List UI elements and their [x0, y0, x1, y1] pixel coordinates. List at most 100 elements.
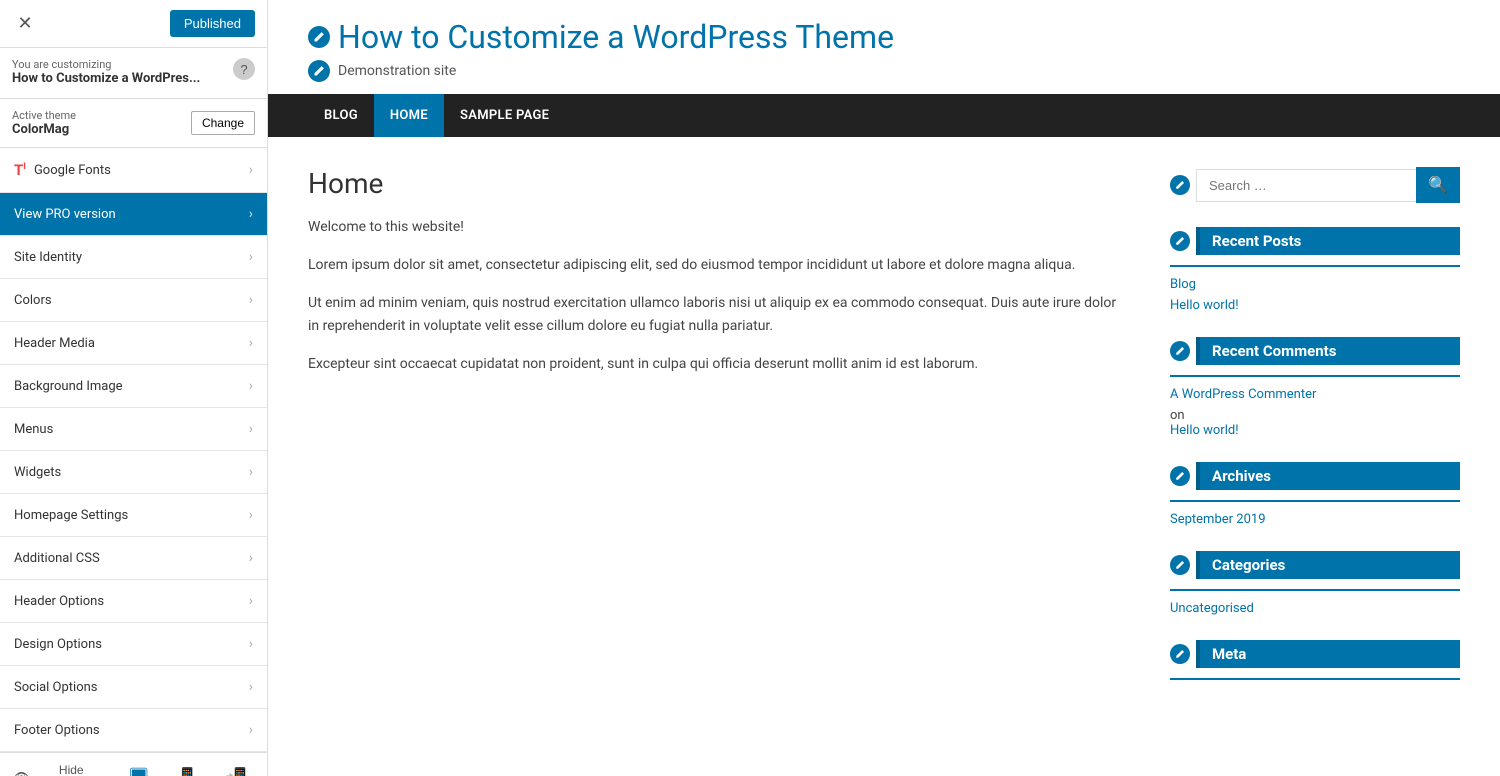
- recent-posts-title-row: Recent Posts: [1170, 227, 1460, 255]
- paragraph-1: Welcome to this website!: [308, 216, 1130, 240]
- change-theme-button[interactable]: Change: [191, 111, 255, 135]
- recent-posts-edit-icon[interactable]: [1170, 231, 1190, 251]
- sidebar-item-widgets[interactable]: Widgets ›: [0, 451, 267, 494]
- desktop-view-button[interactable]: 🖥: [121, 765, 156, 776]
- recent-comments-edit-icon[interactable]: [1170, 341, 1190, 361]
- main-content: Home Welcome to this website! Lorem ipsu…: [308, 167, 1130, 704]
- sidebar-item-label: Header Options: [14, 594, 104, 609]
- sidebar-item-background-image[interactable]: Background Image ›: [0, 365, 267, 408]
- archives-content: September 2019: [1170, 512, 1460, 527]
- search-row: 🔍: [1196, 167, 1460, 203]
- active-theme-text: Active theme ColorMag: [12, 109, 76, 137]
- meta-title-row: Meta: [1170, 640, 1460, 668]
- paragraph-2: Lorem ipsum dolor sit amet, consectetur …: [308, 254, 1130, 278]
- sidebar-header: ✕ Published: [0, 0, 267, 48]
- customizing-site: How to Customize a WordPres...: [12, 71, 200, 86]
- active-theme-section: Active theme ColorMag Change: [0, 99, 267, 148]
- categories-title-row: Categories: [1170, 551, 1460, 579]
- recent-post-link-hello[interactable]: Hello world!: [1170, 298, 1460, 313]
- chevron-right-icon: ›: [249, 507, 253, 523]
- search-widget-edit-icon[interactable]: [1170, 175, 1190, 195]
- published-button[interactable]: Published: [170, 10, 255, 37]
- sidebar-item-label: Additional CSS: [14, 551, 100, 566]
- google-fonts-icon: TI: [14, 161, 26, 179]
- menu-items-list: TI Google Fonts › View PRO version › Sit…: [0, 148, 267, 752]
- sidebar-item-google-fonts[interactable]: TI Google Fonts ›: [0, 148, 267, 193]
- recent-posts-widget: Recent Posts Blog Hello world!: [1170, 227, 1460, 313]
- chevron-right-icon: ›: [249, 378, 253, 394]
- page-content: Welcome to this website! Lorem ipsum dol…: [308, 216, 1130, 377]
- recent-post-link-blog[interactable]: Blog: [1170, 277, 1460, 292]
- sidebar-item-view-pro[interactable]: View PRO version ›: [0, 193, 267, 236]
- sidebar-item-menus[interactable]: Menus ›: [0, 408, 267, 451]
- nav-sample-page[interactable]: SAMPLE PAGE: [444, 94, 565, 137]
- recent-comment-text: A WordPress Commenter on Hello world!: [1170, 387, 1460, 438]
- meta-edit-icon[interactable]: [1170, 644, 1190, 664]
- meta-widget: Meta: [1170, 640, 1460, 680]
- archives-title: Archives: [1196, 462, 1460, 490]
- nav-home[interactable]: HOME: [374, 94, 444, 137]
- site-title-edit-icon[interactable]: [308, 26, 330, 48]
- search-button[interactable]: 🔍: [1416, 167, 1460, 203]
- sidebar: ✕ Published You are customizing How to C…: [0, 0, 268, 776]
- search-input[interactable]: [1196, 169, 1416, 202]
- archives-edit-icon[interactable]: [1170, 466, 1190, 486]
- navigation-bar: BLOG HOME SAMPLE PAGE: [268, 94, 1500, 137]
- tablet-view-button[interactable]: 📱: [170, 765, 204, 776]
- site-title: How to Customize a WordPress Theme: [338, 18, 894, 56]
- sidebar-item-footer-options[interactable]: Footer Options ›: [0, 709, 267, 752]
- chevron-right-icon: ›: [249, 464, 253, 480]
- sidebar-item-header-options[interactable]: Header Options ›: [0, 580, 267, 623]
- archive-link-sep2019[interactable]: September 2019: [1170, 512, 1460, 527]
- nav-blog[interactable]: BLOG: [308, 94, 374, 137]
- mobile-view-button[interactable]: 📲: [219, 765, 253, 776]
- recent-comments-title-row: Recent Comments: [1170, 337, 1460, 365]
- site-header: How to Customize a WordPress Theme Demon…: [268, 0, 1500, 94]
- sidebar-item-label: Colors: [14, 293, 52, 308]
- categories-title: Categories: [1196, 551, 1460, 579]
- chevron-right-icon: ›: [249, 249, 253, 265]
- close-button[interactable]: ✕: [12, 11, 38, 37]
- recent-comments-widget: Recent Comments A WordPress Commenter on…: [1170, 337, 1460, 438]
- categories-widget: Categories Uncategorised: [1170, 551, 1460, 616]
- help-button[interactable]: ?: [233, 58, 255, 80]
- recent-comments-title: Recent Comments: [1196, 337, 1460, 365]
- sidebar-item-design-options[interactable]: Design Options ›: [0, 623, 267, 666]
- theme-name: ColorMag: [12, 122, 76, 137]
- sidebar-item-label: Design Options: [14, 637, 102, 652]
- recent-posts-underline: [1170, 265, 1460, 267]
- sidebar-item-label: View PRO version: [14, 207, 116, 222]
- recent-posts-title: Recent Posts: [1196, 227, 1460, 255]
- customizing-text: You are customizing How to Customize a W…: [12, 58, 200, 86]
- sidebar-item-label: Google Fonts: [34, 163, 111, 178]
- sidebar-item-header-media[interactable]: Header Media ›: [0, 322, 267, 365]
- meta-underline: [1170, 678, 1460, 680]
- archives-underline: [1170, 500, 1460, 502]
- sidebar-item-label: Header Media: [14, 336, 95, 351]
- commenter-link[interactable]: A WordPress Commenter: [1170, 387, 1460, 402]
- hide-controls-label: Hide Controls: [35, 763, 107, 776]
- archives-widget: Archives September 2019: [1170, 462, 1460, 527]
- commented-post-link[interactable]: Hello world!: [1170, 423, 1460, 438]
- customizing-section: You are customizing How to Customize a W…: [0, 48, 267, 99]
- categories-underline: [1170, 589, 1460, 591]
- category-link-uncategorised[interactable]: Uncategorised: [1170, 601, 1460, 616]
- sidebar-item-social-options[interactable]: Social Options ›: [0, 666, 267, 709]
- hide-controls-button[interactable]: 👁 Hide Controls: [14, 763, 107, 776]
- recent-comments-content: A WordPress Commenter on Hello world!: [1170, 387, 1460, 438]
- main-preview: How to Customize a WordPress Theme Demon…: [268, 0, 1500, 776]
- right-sidebar: 🔍 Recent Posts Blog Hello world!: [1170, 167, 1460, 704]
- meta-title: Meta: [1196, 640, 1460, 668]
- chevron-right-icon: ›: [249, 292, 253, 308]
- sidebar-item-colors[interactable]: Colors ›: [0, 279, 267, 322]
- recent-posts-content: Blog Hello world!: [1170, 277, 1460, 313]
- sidebar-item-site-identity[interactable]: Site Identity ›: [0, 236, 267, 279]
- archives-title-row: Archives: [1170, 462, 1460, 490]
- sidebar-item-label: Footer Options: [14, 723, 100, 738]
- categories-edit-icon[interactable]: [1170, 555, 1190, 575]
- sidebar-item-homepage-settings[interactable]: Homepage Settings ›: [0, 494, 267, 537]
- chevron-right-icon: ›: [249, 722, 253, 738]
- site-desc-edit-icon[interactable]: [308, 60, 330, 82]
- sidebar-item-additional-css[interactable]: Additional CSS ›: [0, 537, 267, 580]
- site-desc-row: Demonstration site: [308, 60, 1460, 82]
